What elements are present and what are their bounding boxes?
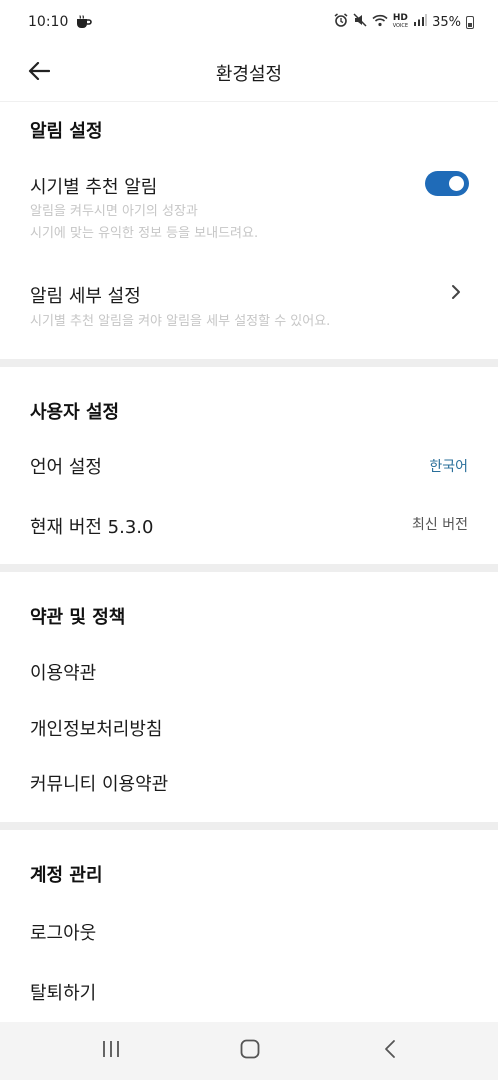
nav-back-icon [383,1039,397,1063]
system-nav-bar [0,1022,498,1080]
version-status: 최신 버전 [412,517,468,533]
home-icon [239,1038,261,1064]
hd-voice-icon: HD VOICE [392,13,409,30]
arrow-left-icon [28,61,51,84]
version-title: 현재 버전 5.3.0 [30,517,154,538]
notification-detail-title: 알림 세부 설정 [30,286,141,307]
notification-detail-row[interactable]: 알림 세부 설정 시기별 추천 알림을 켜야 알림을 세부 설정할 수 있어요. [0,268,498,338]
recents-icon [100,1040,122,1062]
section-divider [0,822,498,830]
app-header: 환경설정 [0,44,498,102]
seasonal-alert-title: 시기별 추천 알림 [30,177,158,198]
community-terms-link[interactable]: 커뮤니티 이용약관 [30,770,168,796]
seasonal-alert-toggle[interactable] [425,171,469,196]
coffee-cup-icon [76,15,93,29]
wifi-icon [372,14,388,31]
logout-button[interactable]: 로그아웃 [30,919,96,945]
battery-percent: 35% [432,14,461,30]
notification-section-title: 알림 설정 [30,121,103,142]
chevron-right-icon [448,283,464,301]
home-button[interactable] [237,1039,263,1063]
signal-icon [413,14,427,30]
nav-back-button[interactable] [377,1039,403,1063]
withdraw-button[interactable]: 탈퇴하기 [30,979,96,1005]
section-divider [0,359,498,367]
battery-icon [466,15,474,29]
page-title: 환경설정 [215,63,283,85]
account-section-title: 계정 관리 [30,865,103,886]
section-divider [0,564,498,572]
language-row[interactable]: 언어 설정 한국어 [0,440,498,492]
alarm-icon [334,13,348,31]
status-time: 10:10 [28,14,69,30]
mute-icon [353,13,367,31]
toggle-knob [449,176,464,191]
privacy-policy-link[interactable]: 개인정보처리방침 [30,715,162,741]
seasonal-alert-desc-line2: 시기에 맞는 유익한 정보 등을 보내드려요. [30,226,259,241]
recents-button[interactable] [98,1039,124,1063]
status-icons: HD VOICE 35% [334,13,474,31]
terms-of-service-link[interactable]: 이용약관 [30,659,96,685]
back-button[interactable] [24,58,54,88]
seasonal-alert-desc-line1: 알림을 켜두시면 아기의 성장과 [30,204,198,219]
status-bar: 10:10 HD VOICE 35% [0,0,498,44]
notification-detail-desc: 시기별 추천 알림을 켜야 알림을 세부 설정할 수 있어요. [30,314,331,329]
user-section-title: 사용자 설정 [30,402,120,423]
terms-section-title: 약관 및 정책 [30,607,126,628]
language-value: 한국어 [429,459,468,475]
language-title: 언어 설정 [30,457,102,478]
